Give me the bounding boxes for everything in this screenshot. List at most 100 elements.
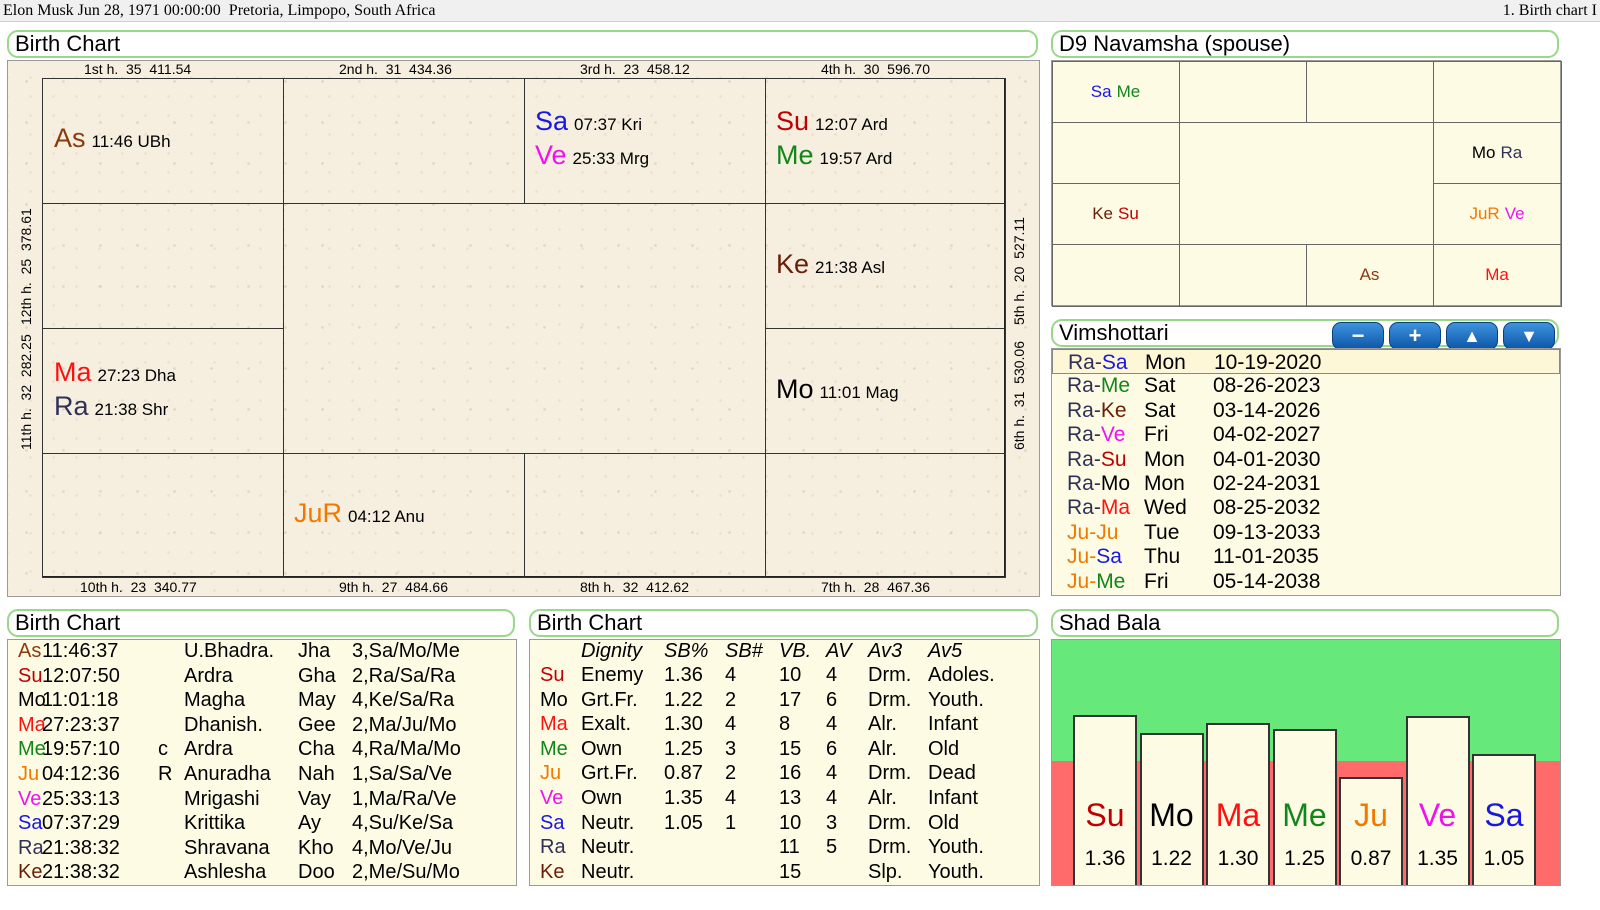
house-strength-label: 10th h. 23 340.77 bbox=[80, 579, 197, 595]
dignity-sbn: 2 bbox=[725, 762, 737, 785]
dignity-row[interactable]: Ju Grt.Fr. 0.87 2 16 4 Drm. Dead bbox=[530, 761, 1039, 786]
house-cell[interactable] bbox=[283, 78, 525, 204]
house-cell[interactable] bbox=[524, 453, 766, 578]
planet-placement[interactable]: Su 12:07 Ard bbox=[776, 106, 888, 137]
position-row[interactable]: As 11:46:37 U.Bhadra. Jha 3,Sa/Mo/Me bbox=[8, 639, 516, 664]
navamsha-panel[interactable]: Sa Me Mo Ra Ke Su JuR Ve As Ma bbox=[1051, 60, 1562, 307]
navamsha-house[interactable] bbox=[1179, 244, 1307, 307]
position-row[interactable]: Sa 07:37:29 Krittika Ay 4,Su/Ke/Sa bbox=[8, 811, 516, 836]
scroll-down-button[interactable]: ▼ bbox=[1503, 322, 1555, 350]
position-pada: 4,Su/Ke/Sa bbox=[352, 812, 454, 835]
position-flag: c bbox=[158, 738, 168, 761]
planet-abbr: As bbox=[54, 123, 86, 153]
planet-placement[interactable]: Mo 11:01 Mag bbox=[776, 374, 899, 405]
position-syl: Jha bbox=[298, 640, 331, 662]
dasha-row[interactable]: Ju-Ju Tue 09-13-2033 bbox=[1052, 520, 1560, 545]
planet-placement[interactable]: Ke 21:38 Asl bbox=[776, 249, 885, 280]
dasha-row[interactable]: Ra-Ma Wed 08-25-2032 bbox=[1052, 495, 1560, 520]
dasha-row[interactable]: Ra-Ke Sat 03-14-2026 bbox=[1052, 398, 1560, 423]
dignity-row[interactable]: Ma Exalt. 1.30 4 8 4 Alr. Infant bbox=[530, 712, 1039, 737]
planet-placement[interactable]: Sa 07:37 Kri bbox=[535, 106, 642, 137]
position-pada: 4,Mo/Ve/Ju bbox=[352, 836, 453, 859]
shad-bala-bar[interactable]: Mo 1.22 bbox=[1139, 732, 1204, 885]
dignity-sbp: 1.36 bbox=[664, 664, 703, 686]
dasha-row[interactable]: Ra-Sa Mon 10-19-2020 bbox=[1052, 349, 1560, 374]
dignity-av3: Alr. bbox=[868, 737, 897, 760]
position-row[interactable]: Mo 11:01:18 Magha May 4,Ke/Sa/Ra bbox=[8, 688, 516, 713]
dasha-row[interactable]: Ra-Mo Mon 02-24-2031 bbox=[1052, 471, 1560, 496]
dignity-sbn: 4 bbox=[725, 787, 737, 809]
house-cell[interactable] bbox=[42, 203, 284, 329]
position-nak: Ashlesha bbox=[184, 861, 267, 884]
position-row[interactable]: Ma 27:23:37 Dhanish. Gee 2,Ma/Ju/Mo bbox=[8, 713, 516, 738]
dignity-vb: 13 bbox=[779, 787, 802, 809]
position-p: Sa bbox=[18, 812, 43, 835]
navamsha-house[interactable] bbox=[1052, 122, 1180, 184]
shad-bala-chart[interactable]: Su 1.36 Mo 1.22 Ma 1.30 Me 1.25 Ju 0.87 Ve 1.35 Sa 1.… bbox=[1051, 639, 1561, 886]
position-nak: Ardra bbox=[184, 664, 233, 687]
navamsha-house[interactable] bbox=[1433, 61, 1562, 123]
planet-placement[interactable]: JuR 04:12 Anu bbox=[294, 498, 425, 529]
planet-placement[interactable]: Ma 27:23 Dha bbox=[54, 357, 176, 388]
position-deg: 21:38:32 bbox=[42, 836, 120, 859]
position-syl: Kho bbox=[298, 836, 334, 859]
dasha-row[interactable]: Ra-Su Mon 04-01-2030 bbox=[1052, 447, 1560, 472]
navamsha-house[interactable] bbox=[1052, 244, 1180, 307]
dasha-row[interactable]: Ra-Me Sat 08-26-2023 bbox=[1052, 373, 1560, 398]
shad-bala-bar[interactable]: Ju 0.87 bbox=[1339, 776, 1403, 885]
dash: - bbox=[1093, 472, 1101, 495]
dignity-row[interactable]: Sa Neutr. 1.05 1 10 3 Drm. Old bbox=[530, 811, 1039, 836]
dignity-row[interactable]: Su Enemy 1.36 4 10 4 Drm. Adoles. bbox=[530, 663, 1039, 688]
planet-placement[interactable]: Me 19:57 Ard bbox=[776, 140, 892, 171]
dignity-sbp: 1.22 bbox=[664, 688, 703, 711]
position-flag: R bbox=[158, 763, 173, 785]
planet-placement[interactable]: As 11:46 UBh bbox=[54, 123, 171, 154]
position-row[interactable]: Ra 21:38:32 Shravana Kho 4,Mo/Ve/Ju bbox=[8, 836, 516, 861]
position-syl: May bbox=[298, 689, 336, 712]
dignity-header: SB# bbox=[725, 640, 763, 662]
antar-dasha: Me bbox=[1100, 374, 1131, 398]
collapse-button[interactable]: − bbox=[1332, 322, 1384, 350]
maha-dasha: Ra bbox=[1067, 472, 1094, 495]
birth-chart-panel[interactable]: 1st h. 35 411.54 2nd h. 31 434.36 3rd h. 2… bbox=[7, 60, 1040, 597]
dasha-row[interactable]: Ra-Ve Fri 04-02-2027 bbox=[1052, 422, 1560, 447]
house-cell[interactable] bbox=[42, 453, 284, 578]
dignity-header: AV bbox=[826, 640, 852, 662]
dignity-av: 4 bbox=[826, 762, 838, 785]
position-row[interactable]: Ve 25:33:13 Mrigashi Vay 1,Ma/Ra/Ve bbox=[8, 787, 516, 812]
navamsha-house[interactable] bbox=[1179, 61, 1307, 123]
shad-bala-bar[interactable]: Me 1.25 bbox=[1272, 728, 1337, 885]
navamsha-house[interactable] bbox=[1306, 61, 1434, 123]
dasha-date: 04-02-2027 bbox=[1213, 423, 1321, 447]
position-row[interactable]: Ke 21:38:32 Ashlesha Doo 2,Me/Su/Mo bbox=[8, 860, 516, 885]
shad-bala-bar[interactable]: Su 1.36 bbox=[1073, 715, 1137, 885]
dignity-row[interactable]: Mo Grt.Fr. 1.22 2 17 6 Drm. Youth. bbox=[530, 688, 1039, 713]
dasha-row[interactable]: Ju-Sa Thu 11-01-2035 bbox=[1052, 544, 1560, 569]
dasha-row[interactable]: Ju-Me Fri 05-14-2038 bbox=[1052, 569, 1560, 594]
dignity-row[interactable]: Ke Neutr. 15 Slp. Youth. bbox=[530, 860, 1039, 885]
planet-placement[interactable]: Ve 25:33 Mrg bbox=[535, 140, 649, 171]
planet-degree: 12:07 Ard bbox=[815, 115, 888, 134]
dignity-row[interactable]: Ra Neutr. 11 5 Drm. Youth. bbox=[530, 835, 1039, 860]
shad-bala-bar[interactable]: Ma 1.30 bbox=[1206, 722, 1270, 885]
shad-bala-bar[interactable]: Sa 1.05 bbox=[1472, 754, 1536, 885]
dignity-row[interactable]: Me Own 1.25 3 15 6 Alr. Old bbox=[530, 737, 1039, 762]
navamsha-planets: JuR Ve bbox=[1433, 183, 1561, 244]
planet-abbr: Su bbox=[776, 106, 810, 136]
position-row[interactable]: Me 19:57:10 c Ardra Cha 4,Ra/Ma/Mo bbox=[8, 737, 516, 762]
expand-button[interactable]: + bbox=[1389, 322, 1441, 350]
house-cell[interactable] bbox=[765, 453, 1006, 578]
dignity-vb: 15 bbox=[779, 860, 802, 883]
shad-bala-bar[interactable]: Ve 1.35 bbox=[1405, 716, 1470, 885]
position-pada: 2,Me/Su/Mo bbox=[352, 861, 460, 884]
scroll-up-button[interactable]: ▲ bbox=[1446, 322, 1498, 350]
planet-placement[interactable]: Ra 21:38 Shr bbox=[54, 391, 168, 422]
position-row[interactable]: Ju 04:12:36 R Anuradha Nah 1,Sa/Sa/Ve bbox=[8, 762, 516, 787]
dignity-p: Ju bbox=[540, 762, 562, 785]
navamsha-planets: Ma bbox=[1433, 244, 1561, 306]
dignity-dignity: Grt.Fr. bbox=[581, 762, 638, 785]
antar-dasha: Ju bbox=[1096, 520, 1119, 544]
position-row[interactable]: Su 12:07:50 Ardra Gha 2,Ra/Sa/Ra bbox=[8, 664, 516, 689]
maha-dasha: Ju bbox=[1067, 520, 1090, 544]
dignity-row[interactable]: Ve Own 1.35 4 13 4 Alr. Infant bbox=[530, 786, 1039, 811]
